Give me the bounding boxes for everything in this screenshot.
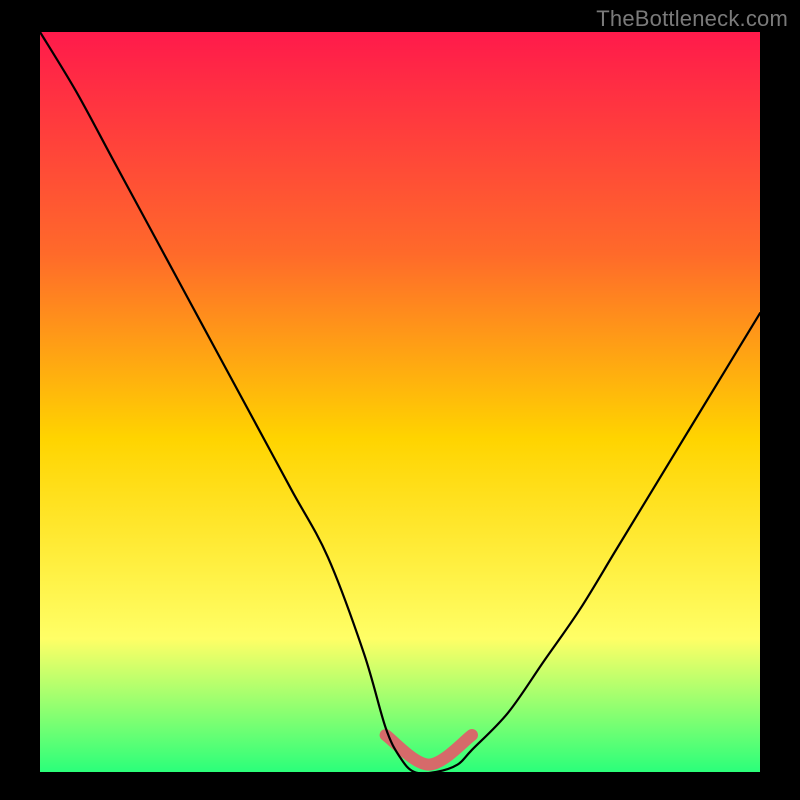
bottleneck-chart	[0, 0, 800, 800]
plot-background	[40, 32, 760, 772]
chart-frame: TheBottleneck.com	[0, 0, 800, 800]
